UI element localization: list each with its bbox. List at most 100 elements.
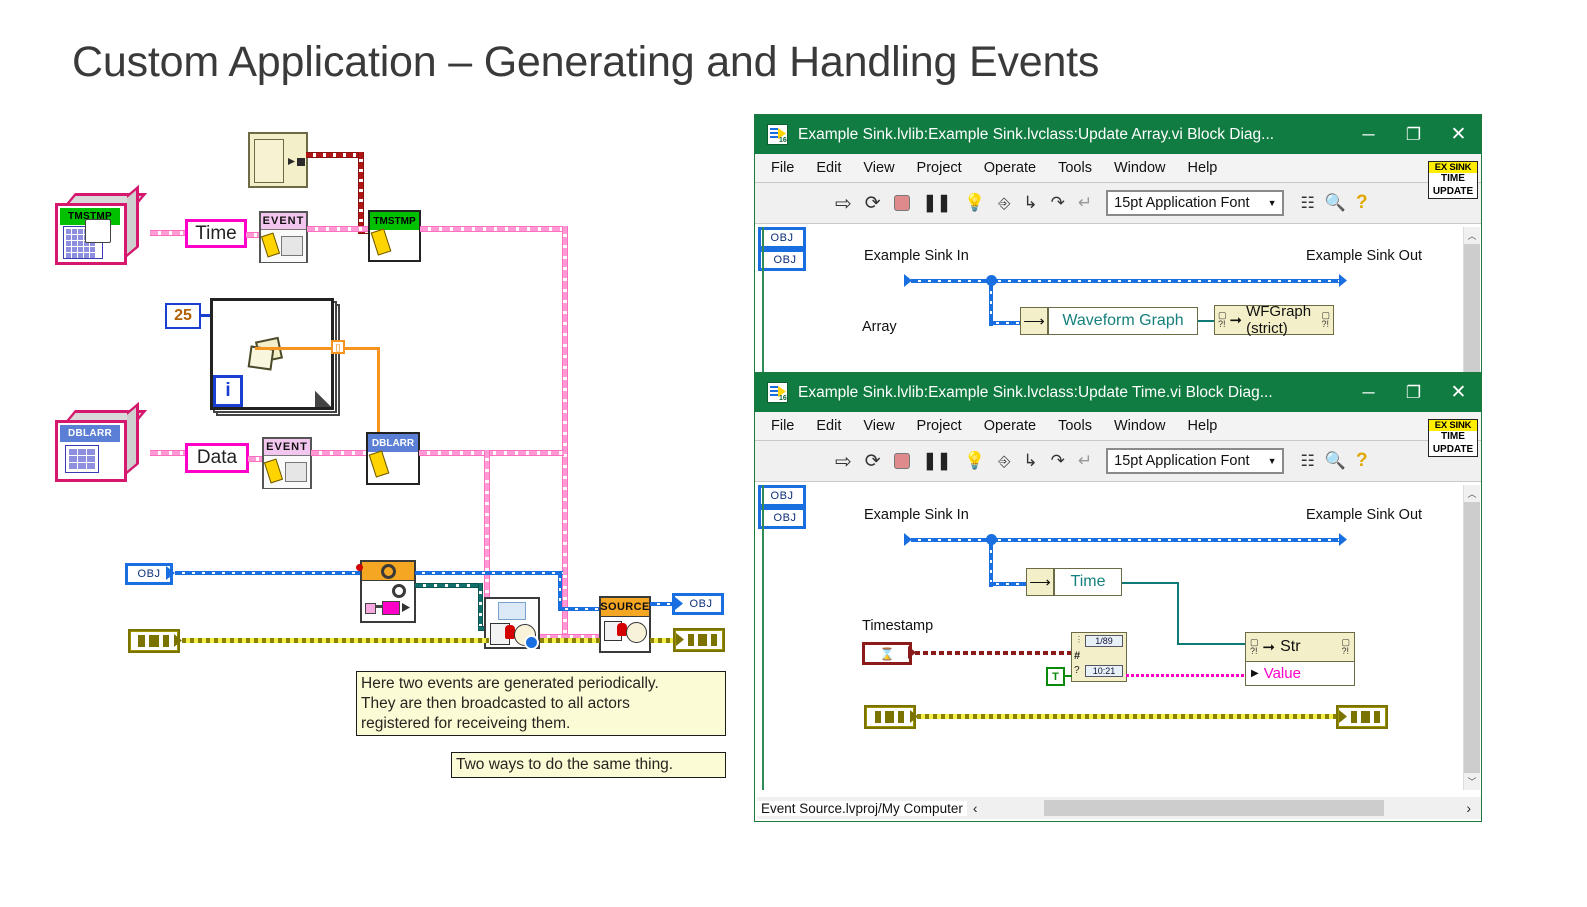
window2-str-node[interactable]: ▢?! ➞ Str ▢?! bbox=[1245, 632, 1355, 662]
tmstmp-control-terminal[interactable]: TMSTMP bbox=[55, 184, 151, 277]
window1-menu-tools[interactable]: Tools bbox=[1058, 160, 1092, 176]
window1-maximize-button[interactable]: ❐ bbox=[1391, 115, 1436, 154]
source-node-header[interactable]: SOURCE bbox=[599, 596, 651, 618]
window1-close-button[interactable]: ✕ bbox=[1436, 115, 1481, 154]
window2-font-selector[interactable]: 15pt Application Font ▼ bbox=[1106, 448, 1285, 474]
window1-minimize-button[interactable]: ─ bbox=[1346, 115, 1391, 154]
tmstmp-indicator-terminal[interactable]: TMSTMP bbox=[368, 210, 421, 262]
highlight-bulb-icon[interactable]: 💡 bbox=[964, 193, 985, 213]
window2-scroll-thumb[interactable] bbox=[1464, 502, 1480, 773]
step-over-icon[interactable]: ↷ bbox=[1051, 193, 1065, 213]
window2-toolbar: ⇨ ⟳ ❚❚ 💡 ⎆ ↳ ↷ ↵ 15pt Application Font ▼… bbox=[755, 441, 1481, 482]
help-icon-2[interactable]: ? bbox=[1356, 450, 1368, 472]
broadcast-message-node[interactable] bbox=[484, 597, 540, 650]
window1-obj-input-terminal[interactable]: OBJ bbox=[758, 227, 806, 249]
window2-menu-help[interactable]: Help bbox=[1188, 418, 1218, 434]
for-loop[interactable]: i bbox=[210, 298, 334, 410]
window2-scroll-up-arrow[interactable]: ︿ bbox=[1464, 485, 1480, 502]
window2-menu-tools[interactable]: Tools bbox=[1058, 418, 1092, 434]
window1-property-node[interactable]: ▢?! ➞ WFGraph (strict) ▢?! bbox=[1214, 303, 1334, 337]
time-name-box[interactable]: Time bbox=[185, 219, 247, 248]
step-over-icon-2[interactable]: ↷ bbox=[1051, 451, 1065, 471]
window2-scroll-down-arrow[interactable]: ﹀ bbox=[1464, 773, 1480, 790]
window1-menu-view[interactable]: View bbox=[863, 160, 894, 176]
window2-menu-file[interactable]: File bbox=[771, 418, 794, 434]
pause-icon[interactable]: ❚❚ bbox=[923, 193, 952, 213]
window1-vertical-scrollbar[interactable]: ︿ bbox=[1463, 227, 1480, 372]
window1-menu-operate[interactable]: Operate bbox=[984, 160, 1036, 176]
retain-values-icon[interactable]: ⎆ bbox=[998, 195, 1010, 212]
retain-values-icon-2[interactable]: ⎆ bbox=[998, 453, 1010, 470]
error-in-terminal[interactable] bbox=[128, 629, 180, 653]
window1-menu-help[interactable]: Help bbox=[1188, 160, 1218, 176]
window2-true-constant[interactable]: T bbox=[1046, 667, 1065, 686]
step-out-icon-2[interactable]: ↵ bbox=[1078, 451, 1092, 471]
dblarr-control-terminal[interactable]: DBLARR bbox=[55, 401, 151, 494]
window2-menu-window[interactable]: Window bbox=[1114, 418, 1166, 434]
window1-font-selector[interactable]: 15pt Application Font ▼ bbox=[1106, 190, 1285, 216]
step-into-icon[interactable]: ↳ bbox=[1023, 193, 1037, 213]
window2-menu-project[interactable]: Project bbox=[917, 418, 962, 434]
window2-output-label: Example Sink Out bbox=[1306, 507, 1423, 523]
window1-scroll-thumb[interactable] bbox=[1464, 244, 1480, 372]
help-icon-1[interactable]: ? bbox=[1356, 192, 1368, 214]
window2-obj-input-terminal[interactable]: OBJ bbox=[758, 485, 806, 507]
reorder-icon-2[interactable]: ☷ bbox=[1300, 451, 1314, 471]
step-into-icon-2[interactable]: ↳ bbox=[1023, 451, 1037, 471]
run-arrow-icon-2[interactable]: ⇨ bbox=[835, 449, 852, 474]
window1-accessor-in[interactable]: ⟶ bbox=[1020, 307, 1048, 335]
search-icon-2[interactable]: 🔍 bbox=[1325, 451, 1346, 471]
window1-menu-project[interactable]: Project bbox=[917, 160, 962, 176]
loop-count-constant[interactable]: 25 bbox=[165, 303, 201, 329]
window2-accessor-in[interactable]: ⟶ bbox=[1026, 568, 1054, 596]
search-icon-1[interactable]: 🔍 bbox=[1325, 193, 1346, 213]
run-continuous-icon-2[interactable]: ⟳ bbox=[865, 450, 881, 473]
window2-accessor-label-box[interactable]: Time bbox=[1054, 568, 1122, 596]
window1-menu-window[interactable]: Window bbox=[1114, 160, 1166, 176]
abort-stop-icon[interactable] bbox=[893, 195, 910, 211]
highlight-bulb-icon-2[interactable]: 💡 bbox=[964, 451, 985, 471]
chevron-down-icon-1: ▼ bbox=[1267, 198, 1277, 208]
data-name-box[interactable]: Data bbox=[185, 443, 249, 473]
arrow-glyph bbox=[288, 158, 295, 165]
run-arrow-icon[interactable]: ⇨ bbox=[835, 191, 852, 216]
window2-menu-edit[interactable]: Edit bbox=[816, 418, 841, 434]
window2-status-left-arrow[interactable]: ‹ bbox=[973, 800, 978, 816]
window1-accessor-label-box[interactable]: Waveform Graph bbox=[1048, 307, 1198, 335]
generate-event-node-data[interactable]: EVENT bbox=[262, 437, 312, 489]
abort-stop-icon-2[interactable] bbox=[893, 453, 910, 469]
window2-error-in-terminal[interactable] bbox=[864, 705, 916, 729]
run-continuous-icon[interactable]: ⟳ bbox=[865, 192, 881, 215]
window2-value-row[interactable]: ▶ Value bbox=[1245, 662, 1355, 686]
calendar-clock-icon bbox=[254, 139, 284, 183]
window2-status-right-arrow[interactable]: › bbox=[1466, 800, 1471, 816]
window2-menu-operate[interactable]: Operate bbox=[984, 418, 1036, 434]
actor-property-node-header[interactable] bbox=[360, 560, 416, 582]
window1-wire-obj-branch bbox=[989, 284, 993, 326]
get-date-time-node[interactable] bbox=[248, 132, 308, 188]
window2-title-bar[interactable]: 16 Example Sink.lvlib:Example Sink.lvcla… bbox=[755, 373, 1481, 412]
window2-horizontal-scrollbar[interactable] bbox=[983, 800, 1457, 816]
window2-format-datetime-node[interactable]: ⋮ 1/89 # ? 10:21 bbox=[1071, 632, 1127, 682]
window2-obj-output-terminal[interactable]: OBJ bbox=[758, 507, 806, 529]
window2-vertical-scrollbar[interactable]: ︿ ﹀ bbox=[1463, 485, 1480, 790]
generate-event-node-time[interactable]: EVENT bbox=[259, 211, 308, 263]
window1-menu-edit[interactable]: Edit bbox=[816, 160, 841, 176]
window2-menu-view[interactable]: View bbox=[863, 418, 894, 434]
reorder-icon-1[interactable]: ☷ bbox=[1300, 193, 1314, 213]
dblarr-indicator-terminal[interactable]: DBLARR bbox=[366, 432, 420, 485]
window2-minimize-button[interactable]: ─ bbox=[1346, 373, 1391, 412]
window1-scroll-up-arrow[interactable]: ︿ bbox=[1464, 227, 1480, 244]
window2-maximize-button[interactable]: ❐ bbox=[1391, 373, 1436, 412]
step-out-icon[interactable]: ↵ bbox=[1078, 193, 1092, 213]
window2-timestamp-terminal[interactable]: ⌛ bbox=[862, 642, 912, 665]
window2-hscroll-thumb[interactable] bbox=[1043, 800, 1384, 816]
window2-close-button[interactable]: ✕ bbox=[1436, 373, 1481, 412]
pause-icon-2[interactable]: ❚❚ bbox=[923, 451, 952, 471]
window2-str-label: Str bbox=[1280, 638, 1301, 655]
obj-input-terminal[interactable]: OBJ bbox=[125, 563, 173, 585]
window1-menu-file[interactable]: File bbox=[771, 160, 794, 176]
error-cluster-glyph bbox=[138, 635, 170, 647]
window1-title-bar[interactable]: 16 Example Sink.lvlib:Example Sink.lvcla… bbox=[755, 115, 1481, 154]
window1-obj-output-terminal[interactable]: OBJ bbox=[758, 249, 806, 271]
